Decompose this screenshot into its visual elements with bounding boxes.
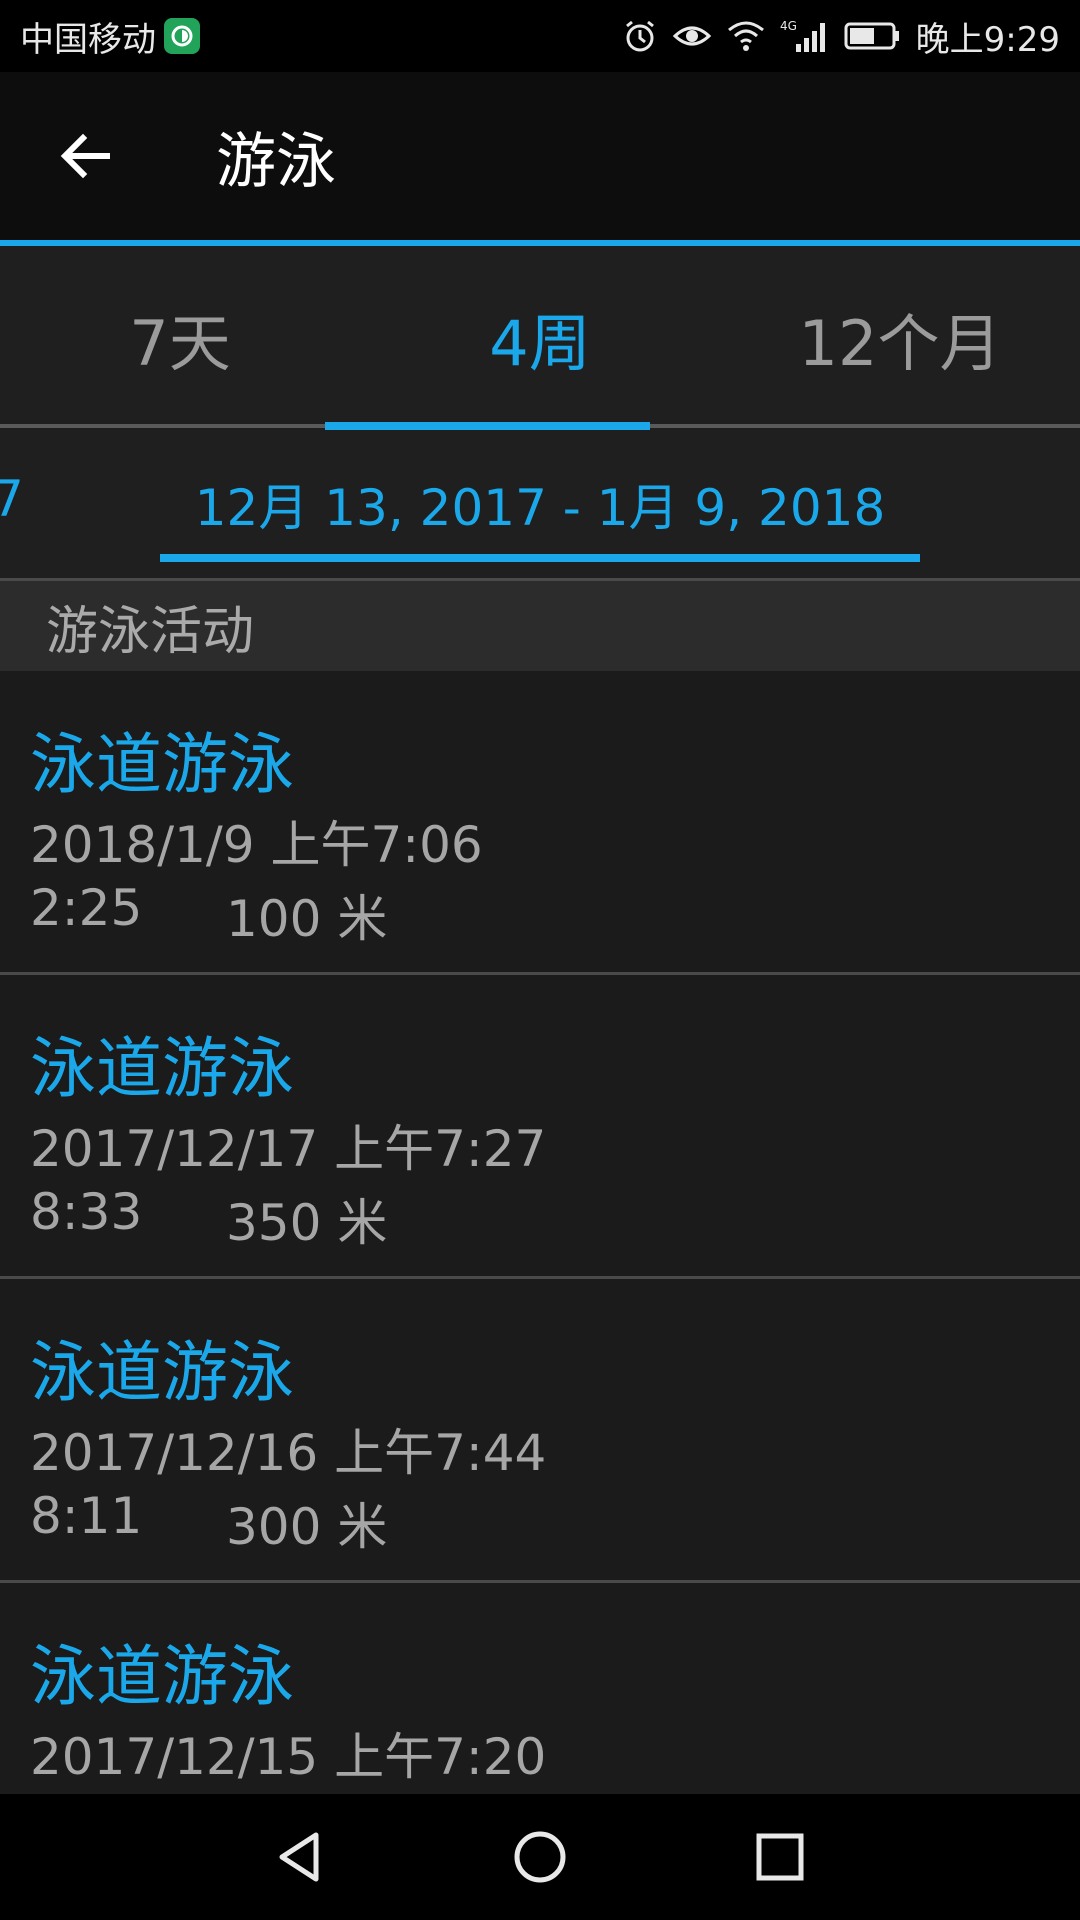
activity-item[interactable]: 泳道游泳 2017/12/15 上午7:20: [0, 1583, 1080, 1794]
period-tabs: 7天 4周 12个月: [0, 246, 1080, 430]
system-nav-bar: [0, 1794, 1080, 1920]
wifi-icon: [726, 18, 766, 54]
date-range-pager[interactable]: 7 12月 13, 2017 - 1月 9, 2018: [0, 430, 1080, 578]
status-bar: 中国移动 4G 晚上9:29: [0, 0, 1080, 72]
date-range-underline: [160, 554, 920, 562]
activity-datetime: 2018/1/9 上午7:06: [30, 816, 483, 874]
activity-duration: 8:33: [30, 1183, 143, 1241]
activity-datetime: 2017/12/17 上午7:27: [30, 1120, 547, 1178]
arrow-left-icon: [60, 133, 110, 179]
triangle-back-icon: [279, 1832, 319, 1882]
nav-back-button[interactable]: [255, 1812, 345, 1902]
previous-range-peek[interactable]: 7: [0, 470, 24, 528]
activity-list[interactable]: 泳道游泳 2018/1/9 上午7:06 2:25 100 米 泳道游泳 201…: [0, 671, 1080, 1794]
activity-item[interactable]: 泳道游泳 2018/1/9 上午7:06 2:25 100 米: [0, 671, 1080, 975]
activity-distance: 300 米: [226, 1498, 388, 1556]
eye-comfort-icon: [672, 18, 712, 54]
swim-activities-screen: 中国移动 4G 晚上9:29 游泳 7天 4周 12个月 7 12月 13, 2…: [0, 0, 1080, 1920]
app-bar: 游泳: [0, 72, 1080, 240]
status-right: 4G 晚上9:29: [622, 12, 1060, 61]
activity-title: 泳道游泳: [30, 1334, 294, 1411]
circle-home-icon: [514, 1831, 566, 1883]
nav-recents-button[interactable]: [735, 1812, 825, 1902]
page-title: 游泳: [216, 126, 336, 197]
status-left: 中国移动: [20, 12, 200, 61]
activity-duration: 8:11: [30, 1487, 143, 1545]
activity-datetime: 2017/12/16 上午7:44: [30, 1424, 547, 1482]
back-button[interactable]: [30, 101, 140, 211]
status-time: 晚上9:29: [915, 19, 1060, 60]
tab-12-months[interactable]: 12个月: [720, 246, 1080, 430]
active-tab-indicator: [325, 422, 650, 430]
activity-distance: 100 米: [226, 890, 388, 948]
activity-title: 泳道游泳: [30, 726, 294, 803]
tab-7-days[interactable]: 7天: [0, 246, 360, 430]
activity-datetime: 2017/12/15 上午7:20: [30, 1728, 547, 1786]
battery-icon: [844, 18, 902, 54]
tab-4-weeks[interactable]: 4周: [360, 246, 720, 430]
network-type-label: 4G: [780, 19, 797, 33]
activity-title: 泳道游泳: [30, 1030, 294, 1107]
activity-duration: 2:25: [30, 879, 143, 937]
current-date-range[interactable]: 12月 13, 2017 - 1月 9, 2018: [160, 468, 920, 540]
nav-home-button[interactable]: [495, 1812, 585, 1902]
carrier-app-icon: [164, 18, 200, 54]
carrier-name: 中国移动: [20, 19, 156, 60]
cellular-signal-icon: 4G: [780, 18, 830, 54]
section-header: 游泳活动: [0, 581, 1080, 671]
alarm-icon: [622, 18, 658, 54]
square-recents-icon: [756, 1833, 804, 1881]
activity-item[interactable]: 泳道游泳 2017/12/16 上午7:44 8:11 300 米: [0, 1279, 1080, 1583]
activity-distance: 350 米: [226, 1194, 388, 1252]
activity-title: 泳道游泳: [30, 1638, 294, 1715]
activity-item[interactable]: 泳道游泳 2017/12/17 上午7:27 8:33 350 米: [0, 975, 1080, 1279]
